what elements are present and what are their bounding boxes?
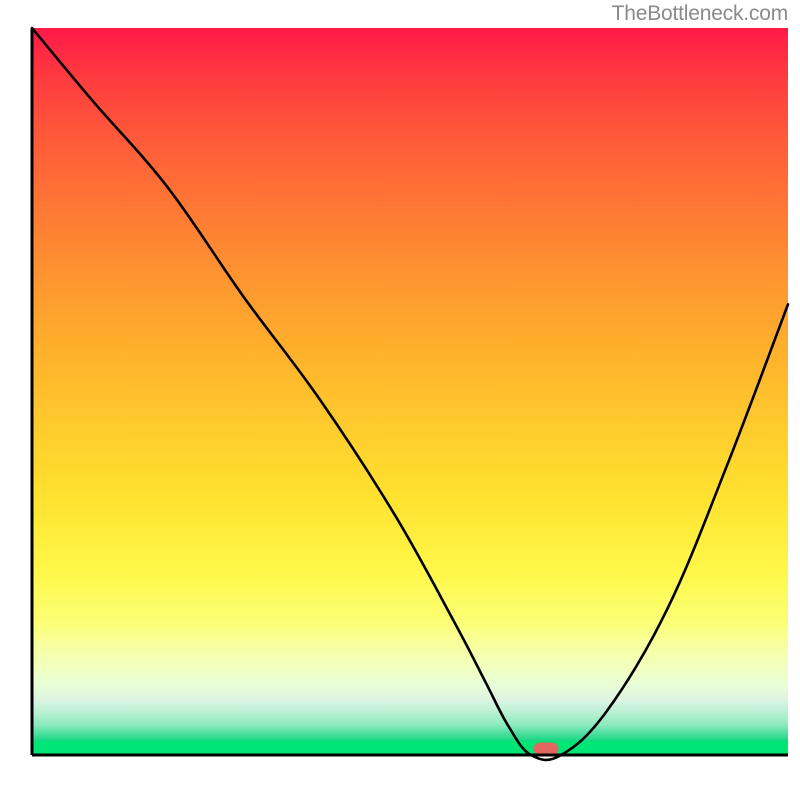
watermark-text: TheBottleneck.com: [612, 2, 788, 26]
chart-axes: [0, 0, 800, 800]
chart-stage: TheBottleneck.com: [0, 0, 800, 800]
